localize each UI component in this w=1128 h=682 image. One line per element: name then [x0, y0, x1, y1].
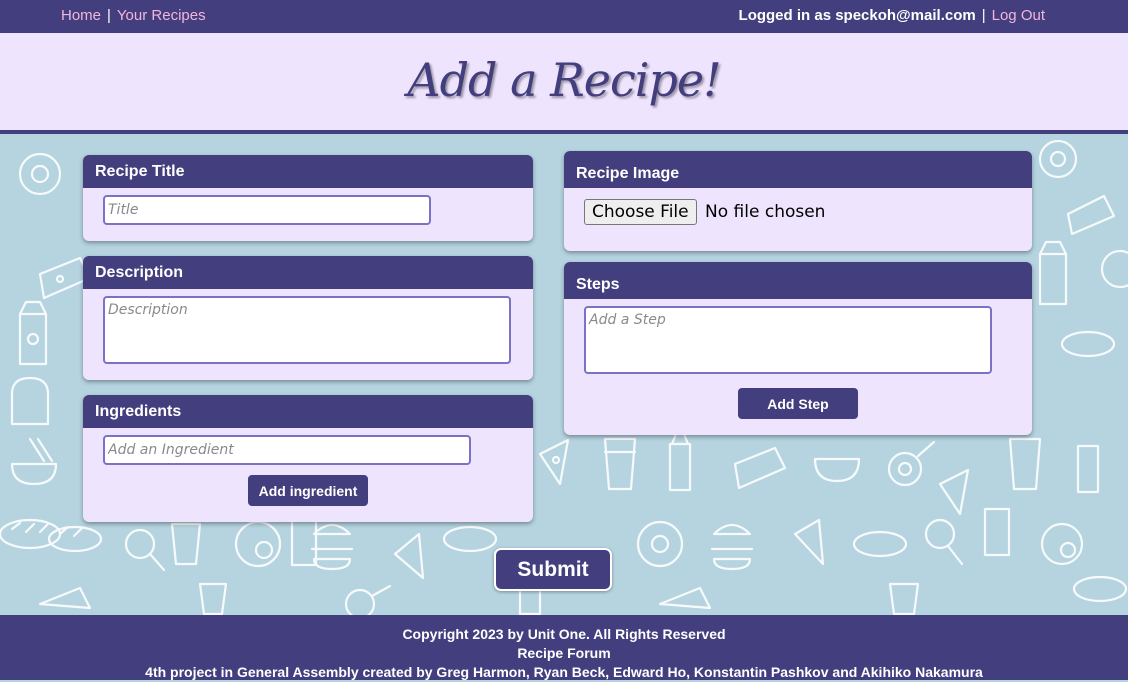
nav-separator: |	[981, 7, 986, 24]
footer-copyright: Copyright 2023 by Unit One. All Rights R…	[402, 626, 726, 642]
cup-icon	[603, 437, 637, 491]
page-header: Add a Recipe!	[0, 33, 1128, 134]
cup-icon-3	[170, 522, 202, 566]
milk-carton-icon-2	[1038, 240, 1068, 306]
milk-carton-icon	[18, 300, 48, 366]
nav-right: Logged in as speckoh@mail.com | Log Out	[739, 7, 1045, 24]
home-link[interactable]: Home	[61, 7, 101, 24]
ingredient-input[interactable]	[103, 435, 471, 465]
recipe-title-input[interactable]	[103, 195, 431, 225]
egg-icon-2	[1038, 139, 1078, 179]
pizza-icon-4	[793, 518, 825, 566]
bread-icon-6	[1072, 575, 1128, 603]
milk-carton-icon-3	[290, 517, 318, 567]
step-input[interactable]	[584, 306, 992, 374]
toast-icon	[10, 376, 50, 426]
cup-icon-5	[198, 582, 228, 615]
cup-icon-2	[1008, 437, 1042, 491]
file-status: No file chosen	[705, 202, 826, 222]
pizza-icon	[538, 438, 570, 486]
egg-icon-6	[1040, 522, 1084, 566]
pizza-icon-3	[393, 532, 425, 580]
footer: Copyright 2023 by Unit One. All Rights R…	[0, 615, 1128, 680]
submit-button[interactable]: Submit	[494, 548, 612, 591]
egg-icon-3	[1100, 249, 1128, 289]
bread-icon-5	[852, 530, 908, 558]
egg-icon	[18, 152, 62, 196]
drumstick-icon-2	[924, 518, 964, 566]
pizza-icon-2	[938, 468, 970, 516]
steps-card: Steps Add Step	[564, 262, 1032, 435]
bread-icon-4	[442, 525, 498, 553]
bowl-icon	[813, 457, 861, 483]
ingredients-label: Ingredients	[83, 395, 533, 428]
description-card: Description	[83, 256, 533, 380]
egg-pan-icon	[887, 440, 936, 487]
recipe-image-card: Recipe Image Choose File No file chosen	[564, 151, 1032, 251]
milk-bottle-icon	[668, 432, 692, 492]
file-input[interactable]: Choose File No file chosen	[584, 199, 825, 225]
bread-icon-2	[1060, 330, 1116, 358]
add-step-button[interactable]: Add Step	[738, 388, 858, 419]
milk-carton-icon-4	[983, 507, 1011, 557]
ingredients-card: Ingredients Add ingredient	[83, 395, 533, 522]
cheese-icon-3	[1066, 194, 1116, 236]
cheese-icon-2	[733, 446, 787, 490]
egg-icon-5	[636, 520, 684, 568]
footer-credits: 4th project in General Assembly created …	[145, 664, 983, 680]
description-input[interactable]	[103, 296, 511, 364]
recipe-title-card: Recipe Title	[83, 155, 533, 241]
nav-separator: |	[107, 7, 111, 24]
recipe-title-label: Recipe Title	[83, 155, 533, 188]
logout-link[interactable]: Log Out	[992, 7, 1045, 24]
nav-left: Home | Your Recipes	[61, 7, 206, 24]
milk-bottle-icon-2	[1076, 444, 1100, 494]
burger-icon-2	[710, 523, 754, 571]
cheese-icon-4	[658, 586, 712, 610]
cup-icon-4	[888, 582, 920, 615]
logged-in-text: Logged in as speckoh@mail.com	[738, 7, 976, 24]
steps-label: Steps	[564, 262, 1032, 299]
your-recipes-link[interactable]: Your Recipes	[117, 7, 206, 24]
description-label: Description	[83, 256, 533, 289]
footer-site-name: Recipe Forum	[517, 645, 611, 661]
drumstick-icon	[124, 528, 166, 572]
top-nav: Home | Your Recipes Logged in as speckoh@m…	[0, 0, 1128, 33]
egg-pan-icon-2	[344, 584, 392, 615]
choose-file-button[interactable]: Choose File	[584, 199, 697, 225]
page-title: Add a Recipe!	[407, 53, 721, 107]
egg-icon-4	[234, 520, 282, 568]
recipe-image-label: Recipe Image	[564, 151, 1032, 188]
noodle-bowl-icon	[10, 437, 58, 486]
burger-icon	[310, 523, 354, 571]
add-ingredient-button[interactable]: Add ingredient	[248, 475, 368, 506]
cheese-icon-5	[38, 586, 92, 610]
